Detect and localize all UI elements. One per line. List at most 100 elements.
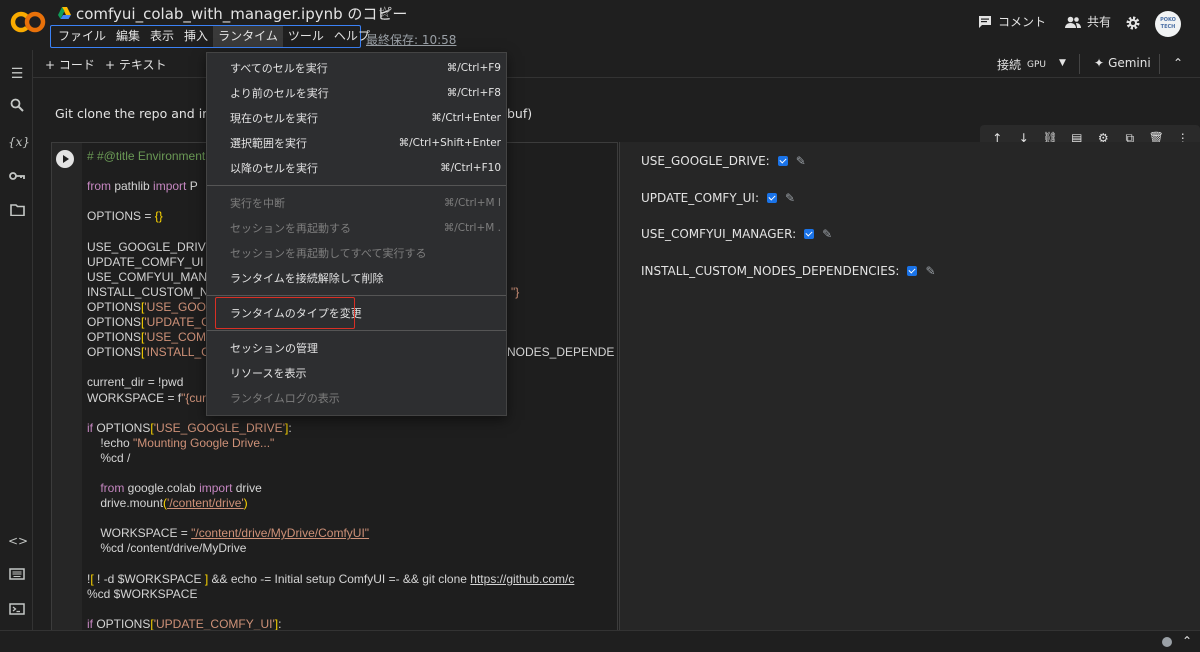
table-of-contents-icon[interactable]: ☰ xyxy=(8,65,26,83)
code-snippets-icon[interactable]: <> xyxy=(8,532,28,550)
code-line: drive.mount('/content/drive') xyxy=(87,496,248,511)
cell-gutter xyxy=(52,143,82,631)
menu-item-label: リソースを表示 xyxy=(230,367,307,380)
menu-item-shortcut: ⌘/Ctrl+M . xyxy=(443,222,501,234)
search-icon[interactable] xyxy=(8,98,26,116)
left-rail: ☰ {x} <> xyxy=(0,50,33,630)
pencil-icon[interactable]: ✎ xyxy=(925,264,939,278)
form-checkbox[interactable] xyxy=(767,193,778,203)
form-field-label: UPDATE_COMFY_UI: xyxy=(641,191,760,205)
comment-icon xyxy=(979,15,991,28)
menu-runtime[interactable]: ランタイム xyxy=(213,26,283,47)
menu-item-shortcut: ⌘/Ctrl+M I xyxy=(443,197,501,209)
menu-item-shortcut: ⌘/Ctrl+F9 xyxy=(446,62,501,74)
runtime-menu-item[interactable]: 現在のセルを実行 ⌘/Ctrl+Enter xyxy=(207,107,506,129)
menu-item-shortcut: ⌘/Ctrl+F10 xyxy=(440,162,501,174)
status-indicator-icon[interactable] xyxy=(1162,637,1172,647)
people-icon xyxy=(1065,16,1081,28)
markdown-text-start: Git clone the repo and insta xyxy=(55,106,230,121)
menu-item-shortcut: ⌘/Ctrl+Shift+Enter xyxy=(398,137,501,149)
menu-item-label: ランタイムログの表示 xyxy=(230,392,340,405)
form-field-use-comfyui-manager: USE_COMFYUI_MANAGER: ✎ xyxy=(641,227,836,241)
comment-button[interactable]: コメント xyxy=(978,13,1046,30)
code-overflow-text: NODES_DEPENDENC xyxy=(507,345,614,360)
avatar[interactable]: POKO TECH xyxy=(1155,11,1181,37)
gear-icon[interactable] xyxy=(1126,16,1140,30)
menu-item-label: 現在のセルを実行 xyxy=(230,112,318,125)
runtime-menu-item[interactable]: すべてのセルを実行 ⌘/Ctrl+F9 xyxy=(207,57,506,79)
share-button[interactable]: 共有 xyxy=(1065,13,1111,30)
star-icon[interactable]: ☆ xyxy=(378,3,391,21)
runtime-menu-item[interactable]: ランタイムのタイプを変更 xyxy=(207,302,506,324)
menu-insert[interactable]: 挿入 xyxy=(179,26,213,47)
terminal-icon[interactable] xyxy=(8,602,26,620)
pencil-icon[interactable]: ✎ xyxy=(785,191,799,205)
markdown-cell[interactable]: Git clone the repo and insta buf) xyxy=(55,106,532,121)
connect-label: 接続 xyxy=(997,58,1022,72)
notebook-title[interactable]: comfyui_colab_with_manager.ipynb のコピー xyxy=(76,3,407,24)
runtime-type-label: GPU xyxy=(1027,59,1047,70)
add-text-button[interactable]: + テキスト xyxy=(105,56,167,73)
menu-item-label: セッションを再起動してすべて実行する xyxy=(230,247,427,260)
runtime-menu-item[interactable]: 以降のセルを実行 ⌘/Ctrl+F10 xyxy=(207,157,506,179)
share-label: 共有 xyxy=(1087,15,1112,29)
menu-item-label: 実行を中断 xyxy=(230,197,285,210)
last-saved-link[interactable]: 最終保存: 10:58 xyxy=(366,31,456,48)
status-bar: ⌃ xyxy=(0,630,1200,652)
runtime-menu-item: セッションを再起動する ⌘/Ctrl+M . xyxy=(207,217,506,239)
runtime-menu-item[interactable]: リソースを表示 xyxy=(207,362,506,384)
pencil-icon[interactable]: ✎ xyxy=(822,227,836,241)
menu-item-label: セッションを再起動する xyxy=(230,222,351,235)
menu-edit[interactable]: 編集 xyxy=(111,26,145,47)
menu-item-shortcut: ⌘/Ctrl+Enter xyxy=(431,112,501,124)
menu-item-label: すべてのセルを実行 xyxy=(230,62,328,75)
menu-item-label: ランタイムを接続解除して削除 xyxy=(230,272,384,285)
form-checkbox[interactable] xyxy=(804,229,815,239)
runtime-menu-item[interactable]: より前のセルを実行 ⌘/Ctrl+F8 xyxy=(207,82,506,104)
form-field-use-google-drive: USE_GOOGLE_DRIVE: ✎ xyxy=(641,154,810,168)
toolbar-divider xyxy=(1159,54,1160,74)
runtime-menu-dropdown: すべてのセルを実行 ⌘/Ctrl+F9 より前のセルを実行 ⌘/Ctrl+F8 現在のセ… xyxy=(206,52,507,416)
run-cell-button[interactable] xyxy=(56,150,74,168)
menu-view[interactable]: 表示 xyxy=(145,26,179,47)
form-field-install-custom-nodes-dependencies: INSTALL_CUSTOM_NODES_DEPENDENCIES: ✎ xyxy=(641,264,939,278)
command-palette-icon[interactable] xyxy=(8,567,26,585)
code-line: !echo "Mounting Google Drive..." xyxy=(87,435,275,450)
form-checkbox[interactable] xyxy=(777,156,788,166)
add-code-button[interactable]: + コード xyxy=(45,56,95,73)
chevron-up-icon[interactable]: ⌃ xyxy=(1182,634,1192,648)
runtime-menu-item[interactable]: 選択範囲を実行 ⌘/Ctrl+Shift+Enter xyxy=(207,132,506,154)
sparkle-icon: ✦ xyxy=(1094,56,1105,70)
form-field-label: USE_GOOGLE_DRIVE: xyxy=(641,154,770,168)
colab-logo[interactable] xyxy=(10,8,46,36)
code-line: %cd / xyxy=(87,450,131,465)
runtime-menu-item: セッションを再起動してすべて実行する xyxy=(207,242,506,264)
menu-item-label: ランタイムのタイプを変更 xyxy=(230,307,362,320)
code-line: from google.colab import drive xyxy=(100,481,262,496)
runtime-menu-item[interactable]: ランタイムを接続解除して削除 xyxy=(207,267,506,289)
form-field-label: USE_COMFYUI_MANAGER: xyxy=(641,227,797,241)
connect-dropdown-icon[interactable]: ▼ xyxy=(1059,58,1066,68)
connect-button[interactable]: 接続 GPU xyxy=(997,56,1046,73)
folder-icon[interactable] xyxy=(8,203,26,221)
menu-tools[interactable]: ツール xyxy=(283,26,329,47)
runtime-menu-item[interactable]: セッションの管理 xyxy=(207,337,506,359)
menu-item-label: セッションの管理 xyxy=(230,342,318,355)
collapse-toolbar-icon[interactable]: ⌃ xyxy=(1173,56,1183,70)
menu-file[interactable]: ファイル xyxy=(53,26,111,47)
form-panel: USE_GOOGLE_DRIVE: ✎ UPDATE_COMFY_UI: ✎ U… xyxy=(619,142,1200,632)
menu-separator xyxy=(207,330,506,331)
runtime-menu-item: ランタイムログの表示 xyxy=(207,387,506,409)
gemini-button[interactable]: ✦ Gemini xyxy=(1094,56,1151,70)
pencil-icon[interactable]: ✎ xyxy=(796,154,810,168)
key-icon[interactable] xyxy=(8,168,26,186)
comment-label: コメント xyxy=(998,15,1047,29)
app-header: comfyui_colab_with_manager.ipynb のコピー ☆ … xyxy=(0,0,1200,50)
toolbar-divider xyxy=(1079,54,1080,74)
form-checkbox[interactable] xyxy=(907,266,918,276)
menu-item-label: より前のセルを実行 xyxy=(230,87,329,100)
markdown-text-end: buf) xyxy=(507,106,533,121)
variables-icon[interactable]: {x} xyxy=(8,133,30,151)
